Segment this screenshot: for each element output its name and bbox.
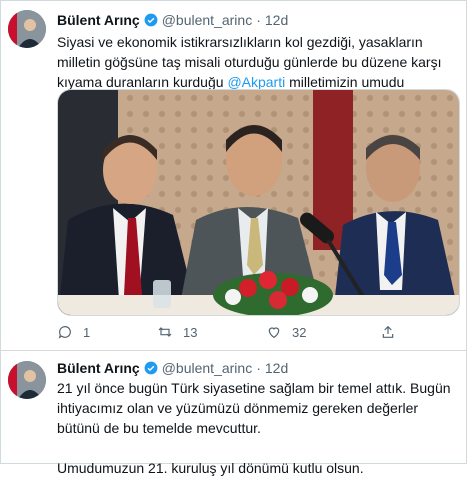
tweet-paragraph: Umudumuzun 21. kuruluş yıl dönümü kutlu … — [57, 460, 364, 476]
tweet-paragraph: 21 yıl önce bugün Türk siyasetine sağlam… — [57, 380, 451, 436]
separator-dot: · — [256, 360, 261, 376]
tweet-photo[interactable] — [57, 89, 460, 316]
retweet-button[interactable]: 13 — [157, 324, 197, 340]
avatar[interactable] — [8, 10, 46, 48]
tweet-text: 21 yıl önce bugün Türk siyasetine sağlam… — [57, 378, 455, 478]
reply-count: 1 — [83, 324, 91, 340]
tweet-actions: 1 13 32 — [57, 324, 437, 342]
retweet-icon — [158, 327, 172, 337]
author-name[interactable]: Bülent Arınç — [57, 12, 140, 28]
retweet-count: 13 — [183, 324, 198, 340]
share-icon — [382, 325, 394, 338]
verified-badge-icon — [144, 13, 158, 27]
author-name[interactable]: Bülent Arınç — [57, 360, 140, 376]
reply-icon — [58, 326, 71, 339]
reply-button[interactable]: 1 — [57, 324, 90, 340]
timestamp[interactable]: 12d — [265, 12, 288, 28]
author-handle[interactable]: @bulent_arinc — [162, 360, 253, 376]
like-icon — [268, 327, 280, 339]
tweet-1[interactable]: Bülent Arınç @bulent_arinc · 12d Siyasi … — [0, 0, 467, 350]
avatar[interactable] — [8, 361, 46, 399]
share-button[interactable] — [380, 324, 406, 340]
tweet-2[interactable]: Bülent Arınç @bulent_arinc · 12d 21 yıl … — [0, 351, 467, 476]
timestamp[interactable]: 12d — [265, 360, 288, 376]
like-button[interactable]: 32 — [266, 324, 306, 340]
like-count: 32 — [292, 324, 307, 340]
mention-link[interactable]: @Akparti — [227, 74, 285, 90]
author-handle[interactable]: @bulent_arinc — [162, 12, 253, 28]
separator-dot: · — [256, 12, 261, 28]
verified-badge-icon — [144, 361, 158, 375]
